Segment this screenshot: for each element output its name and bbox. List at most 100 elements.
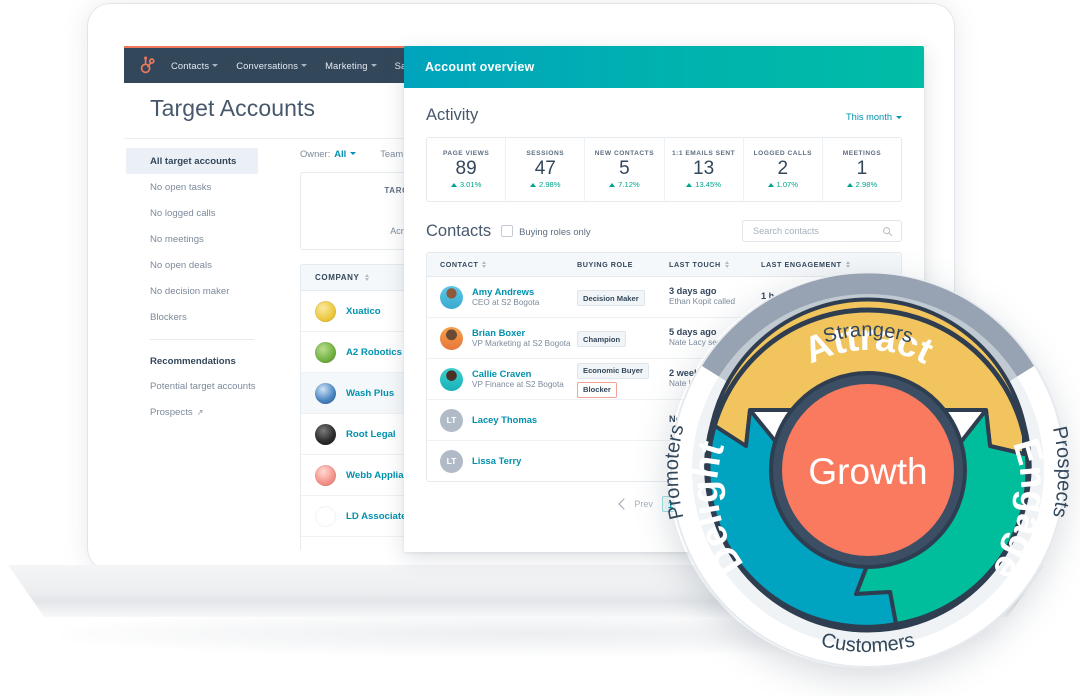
sidebar-item-label: No open deals <box>150 259 212 271</box>
nav-item-label: Conversations <box>236 60 299 71</box>
activity-section-header: Activity This month <box>404 88 924 125</box>
sidebar-item-blockers[interactable]: Blockers <box>124 304 276 330</box>
nav-item-label: Contacts <box>171 60 210 71</box>
metric-value: 89 <box>455 157 477 179</box>
metric-meetings: MEETINGS 1 2.98% <box>823 138 901 201</box>
metric-delta: 7.12% <box>609 180 640 189</box>
metric-delta-value: 1.07% <box>776 180 799 190</box>
checkbox-box[interactable] <box>501 225 514 237</box>
sidebar-item-no-meetings[interactable]: No meetings <box>124 226 276 252</box>
triangle-up-icon <box>529 182 536 187</box>
nav-item-conversations[interactable]: Conversations <box>236 60 308 71</box>
sort-icon[interactable] <box>364 273 369 282</box>
contact-role: CEO at S2 Bogota <box>472 297 540 307</box>
search-input[interactable] <box>751 225 882 237</box>
company-name: LD Associates <box>346 510 412 522</box>
metric-delta-value: 2.98% <box>538 180 561 190</box>
metric-value: 5 <box>619 157 630 179</box>
contact-name: Callie Craven <box>472 367 532 379</box>
company-logo <box>315 382 336 404</box>
metric-label: PAGE VIEWS <box>442 149 490 157</box>
metric-delta: 3.01% <box>450 180 482 190</box>
metric-label: MEETINGS <box>842 149 882 157</box>
filter-label: Owner: <box>300 148 331 159</box>
sidebar-item-label: No decision maker <box>150 285 230 297</box>
contacts-section-header: Contacts Buying roles only <box>404 202 924 242</box>
metric-delta: 2.98% <box>529 180 561 190</box>
filter-label: Team: <box>380 148 406 159</box>
metric-sessions: SESSIONS 47 2.98% <box>506 138 586 201</box>
triangle-up-icon <box>686 182 693 187</box>
metric-emails-sent: 1:1 EMAILS SENT 13 13.45% <box>665 138 744 201</box>
pagination-prev[interactable]: Prev <box>618 498 653 510</box>
chevron-left-icon <box>618 498 631 510</box>
sidebar-item-prospects[interactable]: Prospects ↗ <box>124 399 276 425</box>
avatar-initials: LT <box>440 408 463 432</box>
company-name: Root Legal <box>346 428 396 440</box>
panel-title: Account overview <box>425 60 535 74</box>
contacts-title: Contacts <box>426 221 492 240</box>
sidebar-item-no-open-tasks[interactable]: No open tasks <box>124 174 276 200</box>
activity-title: Activity <box>426 106 479 124</box>
sidebar-item-all-target-accounts[interactable]: All target accounts <box>126 148 258 174</box>
triangle-up-icon <box>609 182 616 187</box>
filter-owner[interactable]: Owner: All <box>300 148 357 159</box>
chevron-down-icon <box>896 115 902 119</box>
metric-value: 13 <box>693 157 715 179</box>
sidebar-item-label: Potential target accounts <box>150 380 256 392</box>
contact-name: Amy Andrews <box>472 285 535 297</box>
nav-item-marketing[interactable]: Marketing <box>325 60 377 71</box>
company-name: A2 Robotics <box>346 346 402 358</box>
contact-name: Brian Boxer <box>472 326 526 338</box>
column-label: BUYING ROLE <box>577 260 633 269</box>
sort-icon[interactable] <box>482 260 487 269</box>
pagination-prev-label: Prev <box>634 499 653 509</box>
metric-value: 2 <box>777 157 789 179</box>
sidebar-item-label: All target accounts <box>150 155 237 167</box>
metric-delta: 13.45% <box>686 180 721 189</box>
sidebar-item-no-logged-calls[interactable]: No logged calls <box>124 200 276 226</box>
metric-page-views: PAGE VIEWS 89 3.01% <box>427 138 507 201</box>
metric-delta: 2.98% <box>846 180 878 190</box>
status-badge-blocker: Blocker <box>577 381 617 398</box>
chevron-down-icon <box>212 64 219 67</box>
triangle-up-icon <box>767 182 774 187</box>
sidebar-section-recommendations: Recommendations <box>150 355 236 367</box>
company-logo <box>315 341 336 363</box>
contact-role: VP Marketing at S2 Bogota <box>472 338 571 348</box>
activity-metrics: PAGE VIEWS 89 3.01% SESSIONS 47 2.98% NE… <box>426 137 902 202</box>
sidebar-item-label: Prospects <box>150 406 193 418</box>
avatar-initials: LT <box>440 449 463 473</box>
buying-roles-only-checkbox[interactable]: Buying roles only <box>501 225 591 237</box>
column-header-contact[interactable]: CONTACT <box>427 260 577 269</box>
sidebar-item-no-open-deals[interactable]: No open deals <box>124 252 276 278</box>
metric-delta-value: 7.12% <box>618 180 640 190</box>
nav-item-label: Marketing <box>325 60 368 71</box>
hubspot-sprocket-icon[interactable] <box>138 56 157 75</box>
filter-value: All <box>334 148 347 159</box>
metric-delta-value: 2.98% <box>855 180 878 190</box>
metric-label: 1:1 EMAILS SENT <box>672 149 736 157</box>
metric-delta-value: 13.45% <box>695 180 721 190</box>
sidebar-item-potential-target-accounts[interactable]: Potential target accounts <box>124 373 276 399</box>
nav-item-contacts[interactable]: Contacts <box>171 60 219 71</box>
panel-header: Account overview <box>404 46 924 88</box>
metric-delta-value: 3.01% <box>459 180 482 190</box>
status-badge: Economic Buyer <box>577 362 649 379</box>
search-contacts-box[interactable] <box>742 220 902 242</box>
company-logo <box>315 464 336 486</box>
company-logo <box>315 506 336 527</box>
column-label: CONTACT <box>440 260 479 269</box>
search-icon[interactable] <box>882 226 893 237</box>
chevron-down-icon <box>301 64 308 67</box>
contact-name: Lacey Thomas <box>472 414 538 426</box>
screenshot-stage: Contacts Conversations Marketing Sales S… <box>0 0 1080 696</box>
metric-label: SESSIONS <box>526 149 565 157</box>
metric-delta: 1.07% <box>767 180 799 190</box>
status-badge: Decision Maker <box>577 290 645 307</box>
status-badge: Champion <box>577 331 627 348</box>
sidebar-item-no-decision-maker[interactable]: No decision maker <box>124 278 276 304</box>
external-link-icon: ↗ <box>196 407 204 417</box>
sidebar-item-label: Blockers <box>150 311 187 323</box>
period-selector[interactable]: This month <box>846 112 902 122</box>
